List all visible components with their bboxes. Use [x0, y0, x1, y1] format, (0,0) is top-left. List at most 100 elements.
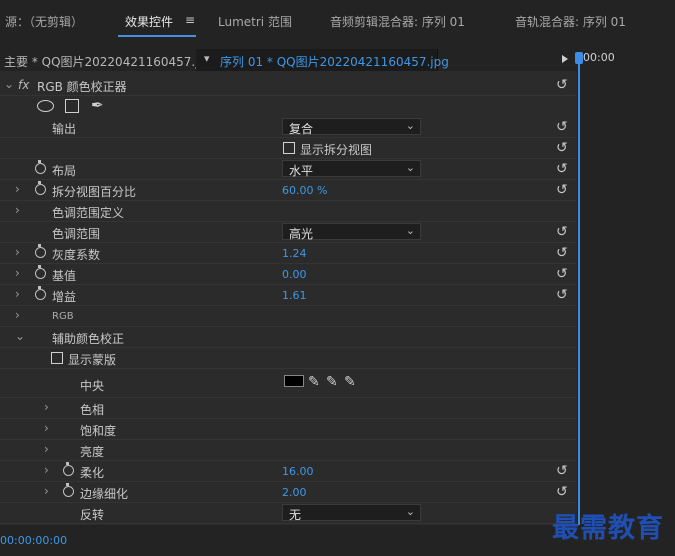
invert-dropdown[interactable]: 无 ⌄	[282, 504, 421, 522]
chevron-right-icon[interactable]: ›	[15, 203, 20, 217]
tab-effect-controls[interactable]: 效果控件	[125, 13, 173, 30]
chevron-right-icon[interactable]: ›	[15, 308, 20, 322]
reset-icon[interactable]: ↺	[556, 287, 568, 303]
layout-dropdown[interactable]: 水平 ⌄	[282, 160, 421, 178]
reset-icon[interactable]: ↺	[556, 245, 568, 261]
param-label: 灰度系数	[52, 248, 101, 262]
chevron-right-icon[interactable]: ›	[44, 442, 49, 456]
chevron-down-icon: ▾	[204, 52, 210, 65]
edge-thin-value[interactable]: 2.00	[282, 486, 307, 499]
pen-mask-icon[interactable]: ✒	[91, 96, 104, 114]
sequence-clip-selector[interactable]: ▾ 序列 01 * QQ图片20220421160457.jpg	[196, 49, 449, 71]
tab-audio-clip-mixer[interactable]: 音频剪辑混合器: 序列 01	[330, 13, 465, 30]
ellipse-mask-icon[interactable]	[37, 100, 54, 112]
param-luma: › 亮度	[0, 440, 577, 461]
master-clip-label[interactable]: 主要 * QQ图片20220421160457.jpg	[4, 53, 214, 70]
playhead-handle[interactable]	[575, 52, 583, 64]
chevron-right-icon[interactable]: ›	[15, 287, 20, 301]
fx-badge[interactable]: fx	[18, 78, 29, 92]
show-mask-checkbox[interactable]	[51, 352, 63, 364]
chevron-down-icon: ⌄	[405, 119, 415, 132]
chevron-down-icon[interactable]: ⌄	[15, 329, 25, 343]
show-split-view-checkbox[interactable]	[283, 142, 295, 154]
eyedropper-icon[interactable]: ✎	[308, 374, 320, 390]
param-soften: › 柔化 16.00 ↺	[0, 461, 577, 482]
reset-icon[interactable]: ↺	[556, 224, 568, 240]
output-dropdown[interactable]: 复合 ⌄	[282, 118, 421, 136]
param-show-mask: 显示蒙版	[0, 348, 577, 369]
effect-header-rgb-color-corrector[interactable]: ⌄ fx RGB 颜色校正器 ↺	[0, 75, 577, 96]
playhead-line[interactable]	[578, 56, 580, 526]
chevron-down-icon: ⌄	[405, 161, 415, 174]
param-label: 柔化	[80, 466, 105, 480]
tonal-range-dropdown[interactable]: 高光 ⌄	[282, 223, 421, 241]
param-label: 色调范围	[52, 227, 101, 241]
current-timecode[interactable]: 00:00:00:00	[0, 534, 67, 547]
chevron-right-icon[interactable]: ›	[44, 400, 49, 414]
param-pedestal: › 基值 0.00 ↺	[0, 264, 577, 285]
reset-icon[interactable]: ↺	[556, 119, 568, 135]
stopwatch-icon[interactable]	[63, 462, 74, 476]
play-triangle-icon[interactable]	[562, 55, 568, 63]
soften-value[interactable]: 16.00	[282, 465, 314, 478]
param-secondary-color-correction: ⌄ 辅助颜色校正	[0, 327, 577, 348]
gain-value[interactable]: 1.61	[282, 289, 307, 302]
param-saturation: › 饱和度	[0, 419, 577, 440]
param-label: RGB	[52, 311, 74, 322]
chevron-right-icon[interactable]: ›	[44, 484, 49, 498]
param-label: 拆分视图百分比	[52, 185, 137, 199]
param-show-split-view: 显示拆分视图 ↺	[0, 138, 577, 159]
reset-icon[interactable]: ↺	[556, 182, 568, 198]
chevron-right-icon[interactable]: ›	[15, 182, 20, 196]
mask-tools: ✒	[0, 96, 577, 119]
chevron-right-icon[interactable]: ›	[15, 266, 20, 280]
reset-icon[interactable]: ↺	[556, 266, 568, 282]
eyedropper-plus-icon[interactable]: ✎	[326, 374, 338, 390]
chevron-down-icon: ⌄	[405, 224, 415, 237]
chevron-down-icon: ⌄	[405, 505, 415, 518]
effect-name: RGB 颜色校正器	[37, 80, 127, 94]
stopwatch-icon[interactable]	[63, 483, 74, 497]
param-label: 亮度	[80, 445, 105, 459]
eyedropper-minus-icon[interactable]: ✎	[344, 374, 356, 390]
gamma-value[interactable]: 1.24	[282, 247, 307, 260]
stopwatch-icon[interactable]	[35, 286, 46, 300]
tab-source[interactable]: 源：（无剪辑）	[5, 13, 83, 30]
tab-audio-track-mixer[interactable]: 音轨混合器: 序列 01	[515, 13, 626, 30]
reset-icon[interactable]: ↺	[556, 484, 568, 500]
chevron-down-icon[interactable]: ⌄	[4, 77, 14, 91]
stopwatch-icon[interactable]	[35, 244, 46, 258]
param-label: 布局	[52, 164, 77, 178]
checkbox-label: 显示蒙版	[68, 353, 117, 367]
param-label: 辅助颜色校正	[52, 332, 125, 346]
chevron-right-icon[interactable]: ›	[44, 421, 49, 435]
watermark-logo: 最需教育	[552, 513, 664, 544]
param-rgb: › RGB	[0, 306, 577, 327]
param-center: 中央 ✎ ✎ ✎	[0, 369, 577, 398]
param-layout: 布局 水平 ⌄ ↺	[0, 159, 577, 180]
mini-timeline[interactable]	[577, 71, 675, 525]
split-percent-value[interactable]: 60.00 %	[282, 184, 327, 197]
stopwatch-icon[interactable]	[35, 181, 46, 195]
reset-icon[interactable]: ↺	[556, 161, 568, 177]
dropdown-value: 高光	[289, 227, 314, 241]
reset-icon[interactable]: ↺	[556, 140, 568, 156]
chevron-right-icon[interactable]: ›	[15, 245, 20, 259]
param-split-percent: › 拆分视图百分比 60.00 % ↺	[0, 180, 577, 201]
panel-tab-bar: 源：（无剪辑） 效果控件 ≡ Lumetri 范围 音频剪辑混合器: 序列 01…	[0, 0, 675, 42]
panel-menu-icon[interactable]: ≡	[185, 13, 195, 27]
reset-icon[interactable]: ↺	[556, 77, 568, 93]
param-tonal-range: 色调范围 高光 ⌄ ↺	[0, 222, 577, 243]
pedestal-value[interactable]: 0.00	[282, 268, 307, 281]
stopwatch-icon[interactable]	[35, 160, 46, 174]
reset-icon[interactable]: ↺	[556, 463, 568, 479]
center-color-swatch[interactable]	[284, 375, 304, 387]
param-gamma: › 灰度系数 1.24 ↺	[0, 243, 577, 264]
sequence-clip-name: 序列 01 * QQ图片20220421160457.jpg	[220, 55, 449, 69]
rectangle-mask-icon[interactable]	[65, 99, 79, 113]
param-output: 输出 复合 ⌄ ↺	[0, 117, 577, 138]
chevron-right-icon[interactable]: ›	[44, 463, 49, 477]
stopwatch-icon[interactable]	[35, 265, 46, 279]
tab-lumetri-scopes[interactable]: Lumetri 范围	[218, 13, 292, 30]
param-label: 色相	[80, 403, 105, 417]
